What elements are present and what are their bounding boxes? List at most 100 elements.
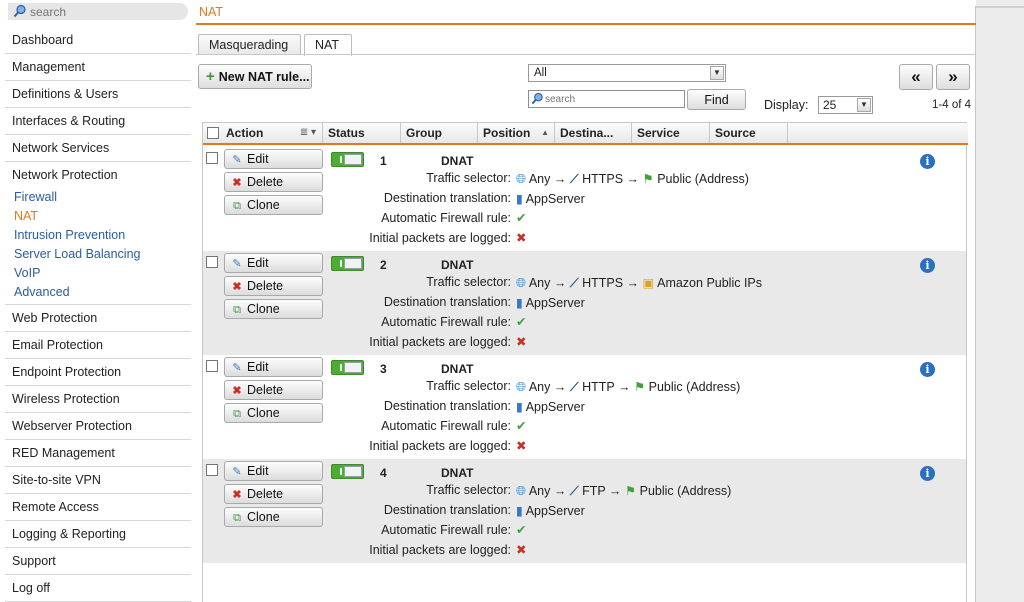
- new-nat-rule-button[interactable]: + New NAT rule...: [198, 64, 312, 89]
- nav-item-support[interactable]: Support: [5, 548, 191, 575]
- row-checkbox[interactable]: [206, 360, 218, 372]
- flag-icon: ⚑: [642, 172, 654, 186]
- nav-item-management[interactable]: Management: [5, 54, 191, 81]
- destination-translation-value: ▮ AppServer: [516, 295, 585, 310]
- nav-item-log-off[interactable]: Log off: [5, 575, 191, 602]
- edit-button[interactable]: ✎ Edit: [224, 253, 323, 273]
- search-icon: [531, 92, 544, 108]
- auto-firewall-label: Automatic Firewall rule:: [381, 523, 511, 537]
- column-menu-icon[interactable]: ≣ ▾: [300, 123, 316, 143]
- nav-sub-nat[interactable]: NAT: [5, 207, 191, 226]
- nav-item-logging-reporting[interactable]: Logging & Reporting: [5, 521, 191, 548]
- table-search-input[interactable]: [545, 92, 683, 106]
- delete-button[interactable]: ✖ Delete: [224, 172, 323, 192]
- nav-item-wireless-protection[interactable]: Wireless Protection: [5, 386, 191, 413]
- tab-nat[interactable]: NAT: [304, 34, 352, 56]
- traffic-selector-value: 🌐︎ Any → ⟋ FTP → ⚑ Public (Address): [516, 484, 732, 498]
- edit-button[interactable]: ✎ Edit: [224, 149, 323, 169]
- delete-label: Delete: [247, 279, 284, 293]
- column-header-group[interactable]: Group: [401, 123, 478, 143]
- column-header-position[interactable]: Position ▲: [478, 123, 555, 143]
- edit-button[interactable]: ✎ Edit: [224, 357, 323, 377]
- table-row: ✎ Edit ✖ Delete ⧉ Clone 4 DNAT Traffic sele…: [203, 459, 966, 563]
- nav-item-endpoint-protection[interactable]: Endpoint Protection: [5, 359, 191, 386]
- status-toggle[interactable]: [331, 152, 364, 167]
- page-prev-button[interactable]: «: [899, 64, 933, 90]
- status-toggle[interactable]: [331, 360, 364, 375]
- traffic-source: Any: [528, 276, 551, 290]
- traffic-destination: Public (Address): [657, 172, 749, 186]
- nav-item-red-management[interactable]: RED Management: [5, 440, 191, 467]
- rule-type: DNAT: [441, 466, 474, 480]
- nav-sub-server-load-balancing[interactable]: Server Load Balancing: [5, 245, 191, 264]
- cross-icon: ✖: [516, 335, 527, 349]
- cross-icon: ✖: [516, 439, 527, 453]
- info-icon[interactable]: i: [920, 362, 935, 377]
- traffic-source: Any: [528, 484, 551, 498]
- nav-item-web-protection[interactable]: Web Protection: [5, 305, 191, 332]
- clone-label: Clone: [247, 405, 280, 420]
- nav-item-webserver-protection[interactable]: Webserver Protection: [5, 413, 191, 440]
- destination-translation-label: Destination translation:: [383, 503, 511, 517]
- search-input[interactable]: [30, 3, 180, 20]
- find-button[interactable]: Find: [687, 89, 746, 110]
- nav-item-network-services[interactable]: Network Services: [5, 135, 191, 162]
- table-search-field[interactable]: [528, 90, 685, 108]
- table-header: Action ≣ ▾ Status Group Position ▲ Desti…: [203, 123, 968, 145]
- page-next-button[interactable]: »: [936, 64, 970, 90]
- status-toggle[interactable]: [331, 464, 364, 479]
- search-icon: [13, 4, 27, 21]
- status-toggle[interactable]: [331, 256, 364, 271]
- delete-button[interactable]: ✖ Delete: [224, 484, 323, 504]
- nav-item-interfaces-routing[interactable]: Interfaces & Routing: [5, 108, 191, 135]
- column-header-source[interactable]: Source: [710, 123, 788, 143]
- info-icon[interactable]: i: [920, 258, 935, 273]
- chevron-down-icon: ▼: [857, 98, 871, 112]
- clone-button[interactable]: ⧉ Clone: [224, 507, 323, 527]
- column-header-status[interactable]: Status: [323, 123, 401, 143]
- clone-icon: ⧉: [233, 199, 241, 212]
- service-icon: ⟋: [569, 380, 579, 394]
- column-header-service[interactable]: Service: [632, 123, 710, 143]
- row-checkbox[interactable]: [206, 464, 218, 476]
- display-count-select[interactable]: 25 ▼: [818, 96, 873, 114]
- server-icon: ▮: [516, 296, 523, 310]
- delete-button[interactable]: ✖ Delete: [224, 380, 323, 400]
- info-icon[interactable]: i: [920, 466, 935, 481]
- sidebar-search[interactable]: [8, 3, 188, 20]
- clone-button[interactable]: ⧉ Clone: [224, 299, 323, 319]
- info-icon[interactable]: i: [920, 154, 935, 169]
- traffic-selector-value: 🌐︎ Any → ⟋ HTTP → ⚑ Public (Address): [516, 380, 741, 394]
- nav-sub-advanced[interactable]: Advanced: [5, 283, 191, 302]
- filter-select[interactable]: All ▼: [528, 64, 726, 82]
- toggle-on-mark: [340, 468, 342, 475]
- traffic-service: HTTP: [582, 380, 615, 394]
- nav-item-definitions-users[interactable]: Definitions & Users: [5, 81, 191, 108]
- column-header-action[interactable]: Action ≣ ▾: [221, 123, 323, 143]
- nav-item-site-to-site-vpn[interactable]: Site-to-site VPN: [5, 467, 191, 494]
- row-checkbox[interactable]: [206, 152, 218, 164]
- rule-number: 3: [380, 362, 387, 376]
- nav-sub-firewall[interactable]: Firewall: [5, 188, 191, 207]
- traffic-selector-label: Traffic selector:: [426, 275, 511, 289]
- clone-icon: ⧉: [233, 407, 241, 420]
- clone-button[interactable]: ⧉ Clone: [224, 195, 323, 215]
- nav-sub-voip[interactable]: VoIP: [5, 264, 191, 283]
- nav-sub-intrusion-prevention[interactable]: Intrusion Prevention: [5, 226, 191, 245]
- edit-icon: ✎: [232, 466, 242, 478]
- clone-button[interactable]: ⧉ Clone: [224, 403, 323, 423]
- traffic-source: Any: [528, 172, 551, 186]
- nav-item-dashboard[interactable]: Dashboard: [5, 27, 191, 54]
- column-header-destination[interactable]: Destina...: [555, 123, 632, 143]
- nav-item-remote-access[interactable]: Remote Access: [5, 494, 191, 521]
- row-checkbox[interactable]: [206, 256, 218, 268]
- edit-button[interactable]: ✎ Edit: [224, 461, 323, 481]
- check-icon: ✔: [516, 211, 527, 225]
- tab-masquerading[interactable]: Masquerading: [198, 34, 301, 55]
- nav-item-network-protection[interactable]: Network Protection: [5, 162, 191, 188]
- toggle-knob: [344, 258, 362, 269]
- select-all-checkbox[interactable]: [207, 127, 219, 139]
- delete-button[interactable]: ✖ Delete: [224, 276, 323, 296]
- traffic-service: FTP: [582, 484, 606, 498]
- nav-item-email-protection[interactable]: Email Protection: [5, 332, 191, 359]
